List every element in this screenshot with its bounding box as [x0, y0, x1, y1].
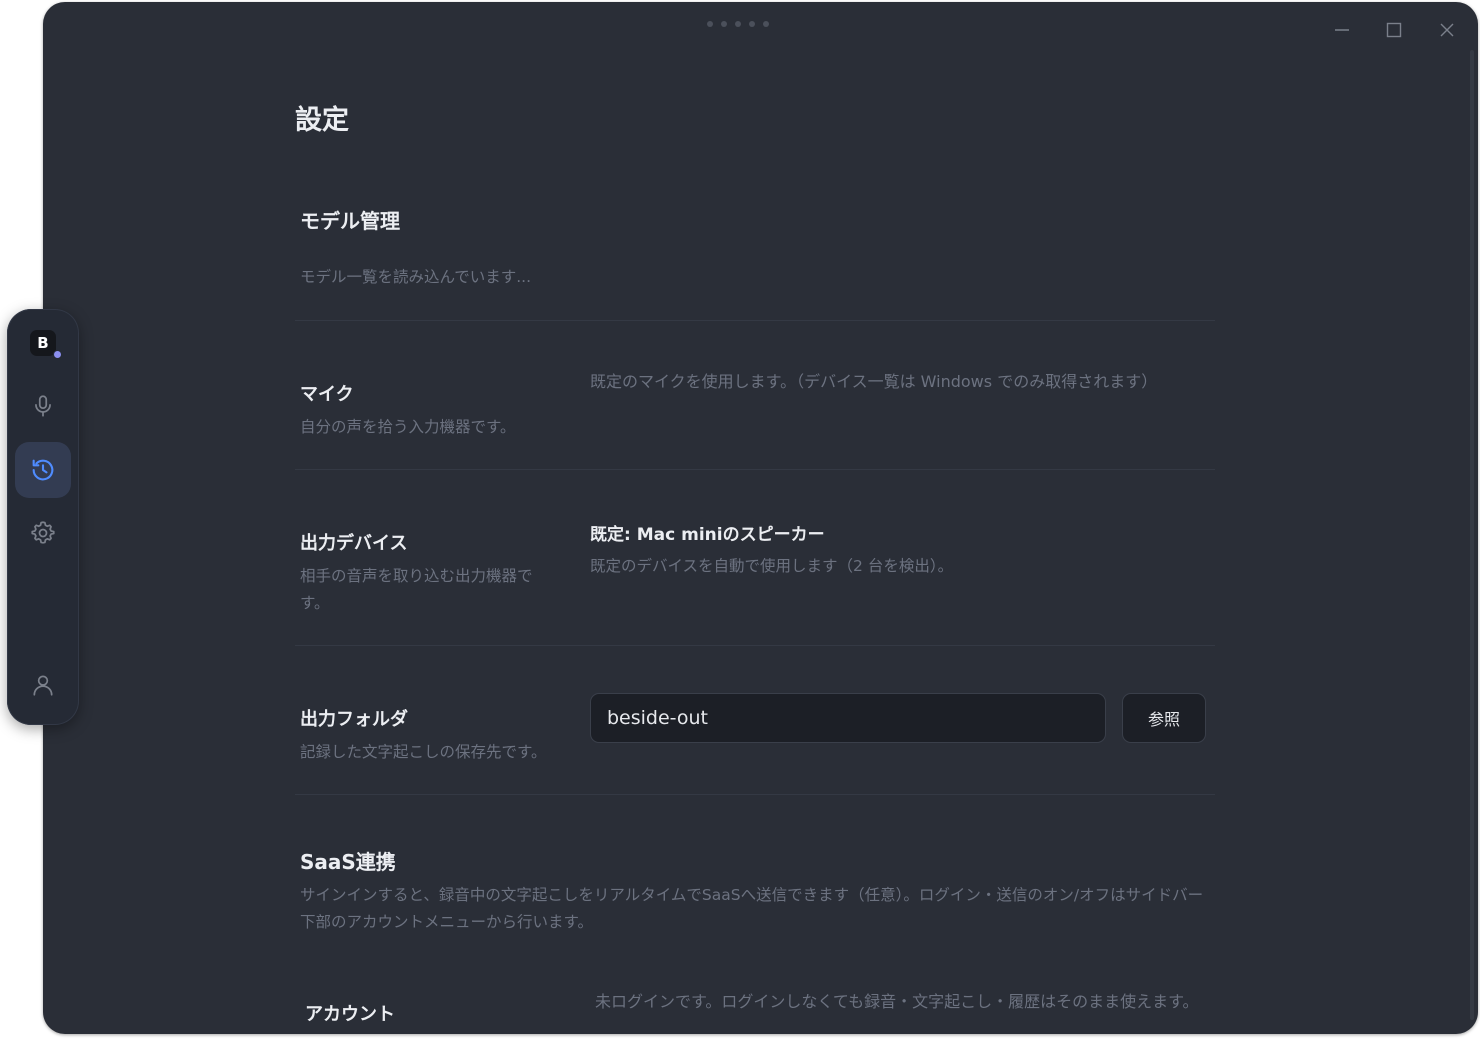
output-folder-label: 出力フォルダ	[300, 709, 408, 730]
sidebar-dock: B	[7, 309, 79, 725]
history-icon	[32, 459, 54, 481]
account-status: 未ログインです。ログインしなくても録音・文字起こし・履歴はそのまま使えます。	[595, 992, 1199, 1011]
output-folder-input[interactable]	[590, 693, 1106, 743]
divider	[295, 320, 1215, 321]
output-device-label: 出力デバイス	[300, 533, 408, 554]
user-icon	[33, 675, 53, 696]
model-loading-status: モデル一覧を読み込んでいます...	[300, 268, 532, 286]
sidebar-account-button[interactable]	[15, 657, 71, 713]
divider	[295, 645, 1215, 646]
close-icon[interactable]	[1433, 16, 1461, 44]
brand-logo[interactable]: B	[30, 330, 56, 356]
status-dot	[53, 350, 62, 359]
saas-section-title: SaaS連携	[300, 850, 396, 874]
divider	[295, 469, 1215, 470]
divider	[295, 794, 1215, 795]
minimize-icon[interactable]	[1328, 16, 1356, 44]
gear-icon	[31, 521, 55, 544]
sidebar-item-mic[interactable]	[15, 378, 71, 434]
output-folder-description: 記録した文字起こしの保存先です。	[300, 743, 547, 761]
microphone-icon	[35, 395, 51, 417]
browse-button[interactable]: 参照	[1122, 693, 1206, 743]
account-label: アカウント	[305, 1004, 395, 1025]
output-device-hint: 既定のデバイスを自動で使用します（2 台を検出）。	[590, 557, 954, 575]
output-device-description: 相手の音声を取り込む出力機器です。	[300, 567, 533, 612]
maximize-icon[interactable]	[1380, 16, 1408, 44]
settings-window: 設定 モデル管理 モデル一覧を読み込んでいます... マイク 自分の声を拾う入力…	[43, 2, 1478, 1034]
page-title: 設定	[295, 105, 349, 136]
sidebar-item-history[interactable]	[15, 442, 71, 498]
mic-description: 自分の声を拾う入力機器です。	[300, 418, 516, 436]
mic-value: 既定のマイクを使用します。（デバイス一覧は Windows でのみ取得されます）	[590, 372, 1158, 391]
model-section-title: モデル管理	[300, 209, 400, 233]
sidebar-item-settings[interactable]	[15, 505, 71, 561]
saas-description: サインインすると、録音中の文字起こしをリアルタイムでSaaSへ送信できます（任意…	[300, 886, 1204, 931]
mic-label: マイク	[300, 384, 354, 405]
settings-content: 設定 モデル管理 モデル一覧を読み込んでいます... マイク 自分の声を拾う入力…	[295, 2, 1215, 1034]
scrollbar[interactable]	[1470, 50, 1474, 1020]
output-device-selected[interactable]: 既定: Mac miniのスピーカー	[590, 520, 825, 545]
